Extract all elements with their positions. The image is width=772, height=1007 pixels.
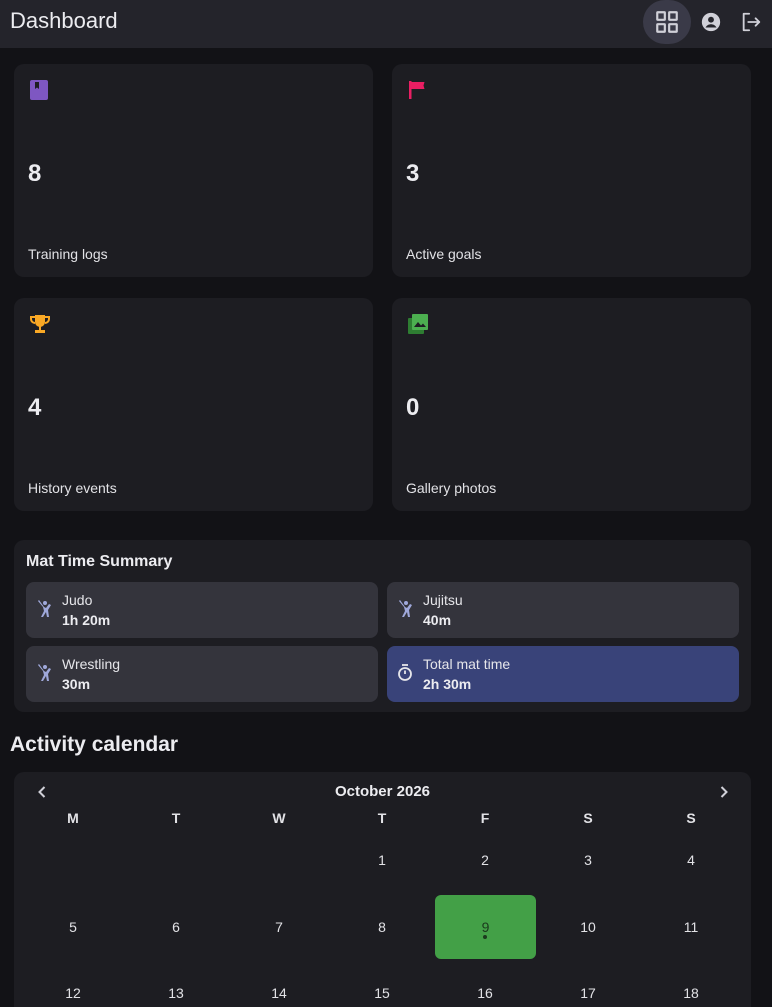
day-number: 17 <box>580 985 596 1001</box>
stat-label: Active goals <box>406 246 482 262</box>
next-month-button[interactable] <box>714 782 734 802</box>
calendar-day[interactable]: 16 <box>435 985 535 1007</box>
martial-arts-icon <box>38 664 51 681</box>
mat-item-total: Total mat time 2h 30m <box>387 646 739 702</box>
day-number: 7 <box>275 919 283 935</box>
calendar-month-label: October 2026 <box>334 783 431 800</box>
mat-item-name: Total mat time <box>423 656 511 672</box>
mat-item-jujitsu: Jujitsu 40m <box>387 582 739 638</box>
day-number: 14 <box>271 985 287 1001</box>
calendar-day[interactable]: 14 <box>229 985 329 1007</box>
activity-dot <box>483 935 487 939</box>
calendar-day[interactable]: 10 <box>538 919 638 983</box>
mat-item-name: Judo <box>62 592 93 608</box>
account-circle-icon <box>701 12 721 32</box>
calendar-day-today[interactable]: 9 <box>435 895 536 959</box>
weekday-header: S <box>686 810 696 826</box>
stat-value: 8 <box>28 160 42 187</box>
day-number: 2 <box>481 852 489 868</box>
day-number: 18 <box>683 985 699 1001</box>
weekday-header: T <box>171 810 181 826</box>
calendar-day[interactable]: 12 <box>23 985 123 1007</box>
activity-calendar: October 2026 M T W T F S S 1 2 3 4 5 6 7 8 9 10 11 12 13 14 1… <box>14 772 751 1007</box>
day-number: 1 <box>378 852 386 868</box>
mat-item-value: 1h 20m <box>62 612 111 628</box>
mat-item-name: Jujitsu <box>423 592 463 608</box>
weekday-header: M <box>67 810 79 826</box>
logout-icon <box>742 12 761 32</box>
day-number: 12 <box>65 985 81 1001</box>
mat-item-value: 30m <box>62 676 91 692</box>
calendar-day[interactable]: 3 <box>538 852 638 916</box>
top-app-bar: Dashboard <box>0 0 772 48</box>
mat-item-name: Wrestling <box>62 656 121 672</box>
calendar-day[interactable]: 7 <box>229 919 329 983</box>
calendar-day[interactable]: 17 <box>538 985 638 1007</box>
calendar-day[interactable]: 6 <box>126 919 226 983</box>
logout-button[interactable] <box>727 0 772 44</box>
calendar-heading: Activity calendar <box>10 733 179 756</box>
stat-label: Gallery photos <box>406 480 497 496</box>
day-number: 6 <box>172 919 180 935</box>
day-number: 3 <box>584 852 592 868</box>
weekday-header: T <box>377 810 387 826</box>
weekday-header: F <box>480 810 490 826</box>
mat-time-summary-card: Mat Time Summary Judo 1h 20m Jujitsu 40m… <box>14 540 751 712</box>
chevron-right-icon <box>720 786 728 798</box>
mat-item-judo: Judo 1h 20m <box>26 582 378 638</box>
stat-card-history-events[interactable]: 4 History events <box>14 298 373 511</box>
mat-item-wrestling: Wrestling 30m <box>26 646 378 702</box>
stat-value: 0 <box>406 394 420 421</box>
page-title: Dashboard <box>10 8 118 33</box>
stat-label: Training logs <box>28 246 108 262</box>
calendar-day[interactable]: 15 <box>332 985 432 1007</box>
day-number: 4 <box>687 852 695 868</box>
martial-arts-icon <box>38 600 51 617</box>
stat-card-active-goals[interactable]: 3 Active goals <box>392 64 751 277</box>
mat-item-value: 2h 30m <box>423 676 472 692</box>
photo-library-icon <box>408 314 428 334</box>
stat-label: History events <box>28 480 117 496</box>
timer-icon <box>398 664 412 681</box>
calendar-day[interactable]: 11 <box>641 919 741 983</box>
stat-value: 3 <box>406 160 420 187</box>
day-number: 13 <box>168 985 184 1001</box>
weekday-header: W <box>272 810 286 826</box>
trophy-icon <box>30 315 50 333</box>
book-icon <box>30 80 48 100</box>
calendar-day[interactable]: 4 <box>641 852 741 916</box>
grid-icon <box>656 11 678 33</box>
stat-card-gallery-photos[interactable]: 0 Gallery photos <box>392 298 751 511</box>
flag-icon <box>409 81 425 99</box>
stat-value: 4 <box>28 394 42 421</box>
mat-item-value: 40m <box>423 612 452 628</box>
day-number: 15 <box>374 985 390 1001</box>
section-title: Mat Time Summary <box>26 553 173 570</box>
calendar-day[interactable]: 8 <box>332 919 432 983</box>
day-number: 5 <box>69 919 77 935</box>
calendar-day[interactable]: 5 <box>23 919 123 983</box>
day-number: 16 <box>477 985 493 1001</box>
martial-arts-icon <box>399 600 412 617</box>
calendar-day[interactable]: 1 <box>332 852 432 916</box>
day-number: 8 <box>378 919 386 935</box>
day-number: 9 <box>481 919 490 935</box>
calendar-day[interactable]: 18 <box>641 985 741 1007</box>
calendar-day[interactable]: 13 <box>126 985 226 1007</box>
dashboard-button[interactable] <box>643 0 691 44</box>
stat-card-training-logs[interactable]: 8 Training logs <box>14 64 373 277</box>
day-number: 11 <box>683 919 699 935</box>
day-number: 10 <box>580 919 596 935</box>
weekday-header: S <box>583 810 593 826</box>
